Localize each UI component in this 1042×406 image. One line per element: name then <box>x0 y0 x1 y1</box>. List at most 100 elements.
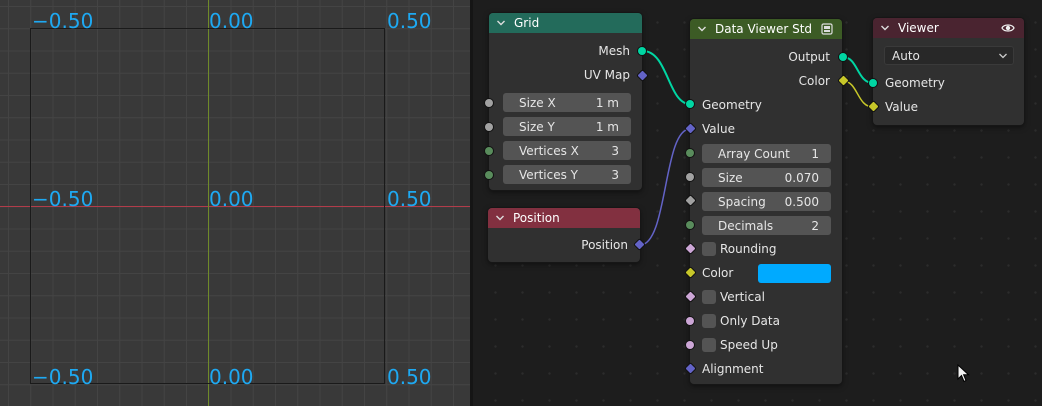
socket-label: Geometry <box>885 76 945 90</box>
output-position: Position <box>581 235 628 255</box>
field-value: 1 <box>811 146 819 161</box>
link-position-value <box>639 128 691 246</box>
socket-label: Mesh <box>598 44 630 58</box>
socket-label: UV Map <box>583 68 630 82</box>
viewport-value-label: 0.00 <box>209 187 254 211</box>
size-field[interactable]: Size 0.070 <box>702 168 831 187</box>
input-value: Value <box>885 97 918 117</box>
node-title: Data Viewer Std <box>715 22 813 36</box>
decimals-input-socket[interactable] <box>686 221 694 229</box>
only-data-checkbox[interactable] <box>702 314 716 328</box>
vertices-x-field[interactable]: Vertices X 3 <box>503 141 631 160</box>
only-data-input-socket[interactable] <box>686 317 694 325</box>
checkbox-label: Speed Up <box>720 338 778 352</box>
field-value: 2 <box>811 218 819 233</box>
size-x-field[interactable]: Size X 1 m <box>503 93 631 112</box>
field-label: Size X <box>519 95 556 110</box>
node-group-icon[interactable] <box>821 23 833 35</box>
viewport-value-label: 0.00 <box>209 9 254 33</box>
only-data-label: Only Data <box>720 311 780 331</box>
output-mesh: Mesh <box>598 41 630 61</box>
socket-label: Color <box>702 266 734 280</box>
chevron-down-icon <box>999 53 1007 59</box>
output-output-socket[interactable] <box>839 53 847 61</box>
field-value: 1 m <box>595 119 619 134</box>
size-input-socket[interactable] <box>686 173 694 181</box>
domain-select[interactable]: Auto <box>884 46 1014 65</box>
socket-label: Value <box>885 100 918 114</box>
vertical-checkbox[interactable] <box>702 290 716 304</box>
vertices-y-input-socket[interactable] <box>485 171 493 179</box>
viewport-value-label: 0.50 <box>387 187 432 211</box>
size-y-input-socket[interactable] <box>485 123 493 131</box>
rounding-label: Rounding <box>720 239 777 259</box>
socket-label: Output <box>788 50 830 64</box>
socket-label: Color <box>798 74 830 88</box>
viewport-value-label: −0.50 <box>32 365 94 389</box>
vertices-x-input-socket[interactable] <box>485 147 493 155</box>
chevron-down-icon[interactable] <box>496 18 506 28</box>
viewport-value-label: 0.50 <box>387 9 432 33</box>
viewer-geometry-input-socket[interactable] <box>869 79 877 87</box>
position-node[interactable]: Position Position <box>488 208 640 262</box>
decimals-field[interactable]: Decimals 2 <box>702 216 831 235</box>
chevron-down-icon[interactable] <box>495 213 505 223</box>
array-count-field[interactable]: Array Count 1 <box>702 144 831 163</box>
mesh-output-socket[interactable] <box>638 47 646 55</box>
spacing-field[interactable]: Spacing 0.500 <box>702 192 831 211</box>
input-geometry: Geometry <box>885 73 945 93</box>
speed-up-label: Speed Up <box>720 335 778 355</box>
node-title: Position <box>513 211 560 225</box>
speed-up-checkbox[interactable] <box>702 338 716 352</box>
viewport-value-label: 0.50 <box>387 365 432 389</box>
output-uv-map: UV Map <box>584 65 630 85</box>
socket-label: Geometry <box>702 98 762 112</box>
mouse-cursor-icon <box>957 364 970 383</box>
size-y-field[interactable]: Size Y 1 m <box>503 117 631 136</box>
chevron-down-icon[interactable] <box>880 23 890 33</box>
chevron-down-icon[interactable] <box>697 24 707 34</box>
viewer-node[interactable]: Viewer Auto Geometry Value <box>873 18 1024 125</box>
checkbox-label: Rounding <box>720 242 777 256</box>
array-count-input-socket[interactable] <box>686 149 694 157</box>
color-input-label: Color <box>702 263 733 283</box>
field-label: Vertices X <box>519 143 579 158</box>
3d-viewport[interactable]: −0.50 0.00 0.50 −0.50 0.00 0.50 −0.50 0.… <box>0 0 470 406</box>
select-value: Auto <box>892 48 920 63</box>
vertical-label: Vertical <box>720 287 765 307</box>
geometry-input-socket[interactable] <box>686 100 694 108</box>
field-value: 0.500 <box>784 194 819 209</box>
field-label: Size Y <box>519 119 555 134</box>
position-node-header[interactable]: Position <box>488 208 640 228</box>
eye-icon[interactable] <box>1001 22 1015 34</box>
color-swatch[interactable] <box>758 264 831 283</box>
viewport-value-label: 0.00 <box>209 365 254 389</box>
rounding-checkbox[interactable] <box>702 242 716 256</box>
input-geometry: Geometry <box>702 95 762 115</box>
data-viewer-node-header[interactable]: Data Viewer Std <box>690 19 842 39</box>
output-output: Output <box>788 47 830 67</box>
socket-label: Position <box>581 238 628 252</box>
grid-node[interactable]: Grid Mesh UV Map Size X 1 m Size Y 1 m V… <box>489 13 642 190</box>
vertices-y-field[interactable]: Vertices Y 3 <box>503 165 631 184</box>
field-value: 0.070 <box>784 170 819 185</box>
node-title: Grid <box>514 16 540 30</box>
field-label: Decimals <box>718 218 774 233</box>
field-value: 3 <box>611 167 619 182</box>
link-mesh-geometry <box>642 50 691 105</box>
socket-label: Alignment <box>702 362 764 376</box>
data-viewer-node[interactable]: Data Viewer Std Output Color Geometry Va… <box>690 19 842 384</box>
checkbox-label: Only Data <box>720 314 780 328</box>
input-value: Value <box>702 119 735 139</box>
node-title: Viewer <box>898 21 939 35</box>
field-label: Spacing <box>718 194 766 209</box>
alignment-label: Alignment <box>702 359 763 379</box>
node-editor[interactable]: Grid Mesh UV Map Size X 1 m Size Y 1 m V… <box>473 0 1042 406</box>
grid-node-header[interactable]: Grid <box>489 13 642 33</box>
socket-label: Value <box>702 122 735 136</box>
speed-up-input-socket[interactable] <box>686 341 694 349</box>
size-x-input-socket[interactable] <box>485 99 493 107</box>
field-label: Array Count <box>718 146 790 161</box>
field-value: 3 <box>611 143 619 158</box>
viewer-node-header[interactable]: Viewer <box>873 18 1024 38</box>
